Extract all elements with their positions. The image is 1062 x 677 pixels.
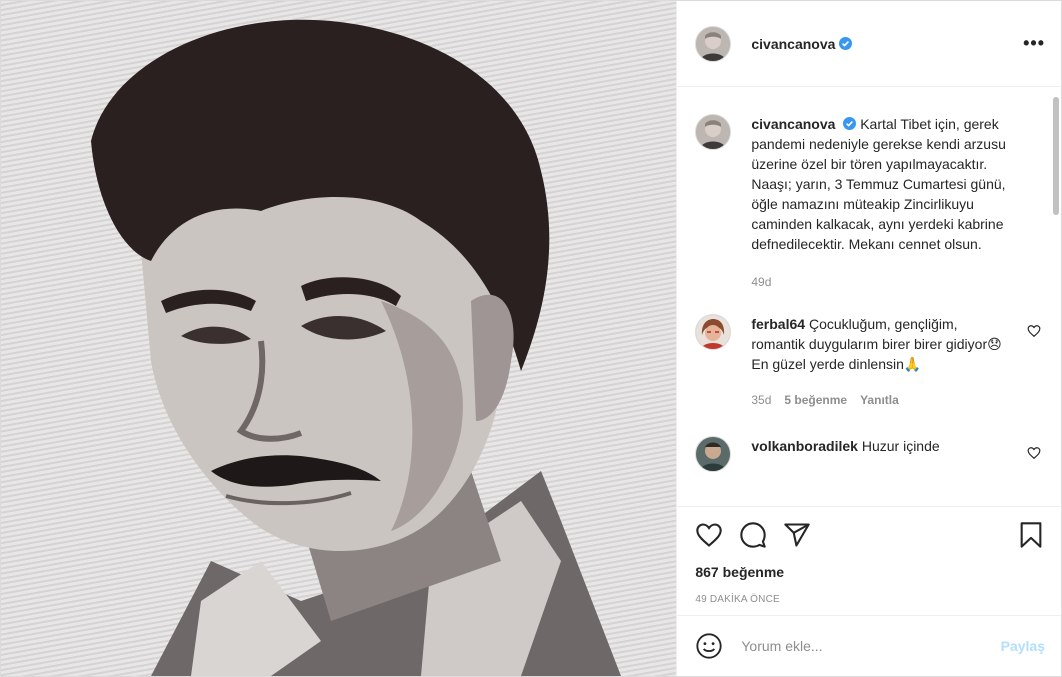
comment-input[interactable]: [739, 637, 1001, 655]
comment-username[interactable]: ferbal64: [751, 316, 805, 332]
post-modal: civancanova ••• civancanova Kartal Tibet…: [0, 0, 1062, 677]
portrait-photo: [91, 19, 621, 676]
save-bookmark-icon[interactable]: [1017, 521, 1045, 549]
post-image[interactable]: [1, 1, 677, 676]
caption-age[interactable]: 49d: [751, 272, 771, 292]
post-sidebar: civancanova ••• civancanova Kartal Tibet…: [676, 1, 1061, 676]
verified-badge-icon: [843, 117, 857, 130]
like-heart-icon[interactable]: [695, 521, 723, 549]
comment-text: Huzur içinde: [861, 438, 940, 454]
avatar-image: [696, 115, 731, 149]
reply-button[interactable]: Yanıtla: [860, 390, 899, 410]
comment-age[interactable]: 35d: [751, 390, 771, 410]
comment-username[interactable]: volkanboradilek: [751, 438, 858, 454]
comments-scrollbar[interactable]: [1053, 97, 1059, 215]
comment-like-heart-icon[interactable]: [1027, 324, 1041, 338]
comment-bubble-icon[interactable]: [739, 521, 767, 549]
comment-item: volkanboradilek Huzur içinde: [695, 436, 1045, 472]
caption-username[interactable]: civancanova: [751, 116, 835, 132]
comment-likes[interactable]: 5 beğenme: [784, 390, 847, 410]
verified-badge-icon: [839, 37, 853, 50]
comment-body: volkanboradilek Huzur içinde: [751, 436, 1013, 456]
avatar-image: [696, 26, 731, 61]
caption: civancanova Kartal Tibet için, gerek pan…: [695, 114, 1045, 292]
action-icons: [695, 507, 1045, 563]
add-comment-bar: Paylaş: [677, 615, 1061, 676]
author-username[interactable]: civancanova: [751, 36, 835, 52]
comment-meta: 35d 5 beğenme Yanıtla: [751, 390, 1013, 410]
commenter-avatar[interactable]: [695, 314, 732, 350]
post-header: civancanova •••: [677, 1, 1061, 87]
emoji-smiley-icon[interactable]: [695, 632, 723, 660]
caption-avatar[interactable]: [695, 114, 732, 150]
post-actions: 867 beğenme 49 DAKİKA ÖNCE: [677, 506, 1061, 605]
likes-count[interactable]: 867 beğenme: [695, 564, 1045, 580]
posted-time[interactable]: 49 DAKİKA ÖNCE: [695, 594, 1045, 605]
comment-like-heart-icon[interactable]: [1027, 446, 1041, 460]
commenter-avatar[interactable]: [695, 436, 732, 472]
comments-list[interactable]: civancanova Kartal Tibet için, gerek pan…: [677, 88, 1061, 506]
avatar-image: [696, 437, 731, 471]
share-send-icon[interactable]: [783, 521, 811, 549]
avatar-image: [696, 315, 731, 349]
caption-text: Kartal Tibet için, gerek pandemi nedeniy…: [751, 116, 1006, 252]
caption-meta: 49d: [751, 272, 1013, 292]
comment-item: ferbal64 Çocukluğum, gençliğim, romantik…: [695, 314, 1045, 410]
more-options-icon[interactable]: •••: [1023, 33, 1045, 54]
caption-body: civancanova Kartal Tibet için, gerek pan…: [751, 114, 1013, 292]
comment-body: ferbal64 Çocukluğum, gençliğim, romantik…: [751, 314, 1013, 410]
post-comment-button[interactable]: Paylaş: [1001, 638, 1045, 654]
author-avatar[interactable]: [695, 25, 732, 62]
